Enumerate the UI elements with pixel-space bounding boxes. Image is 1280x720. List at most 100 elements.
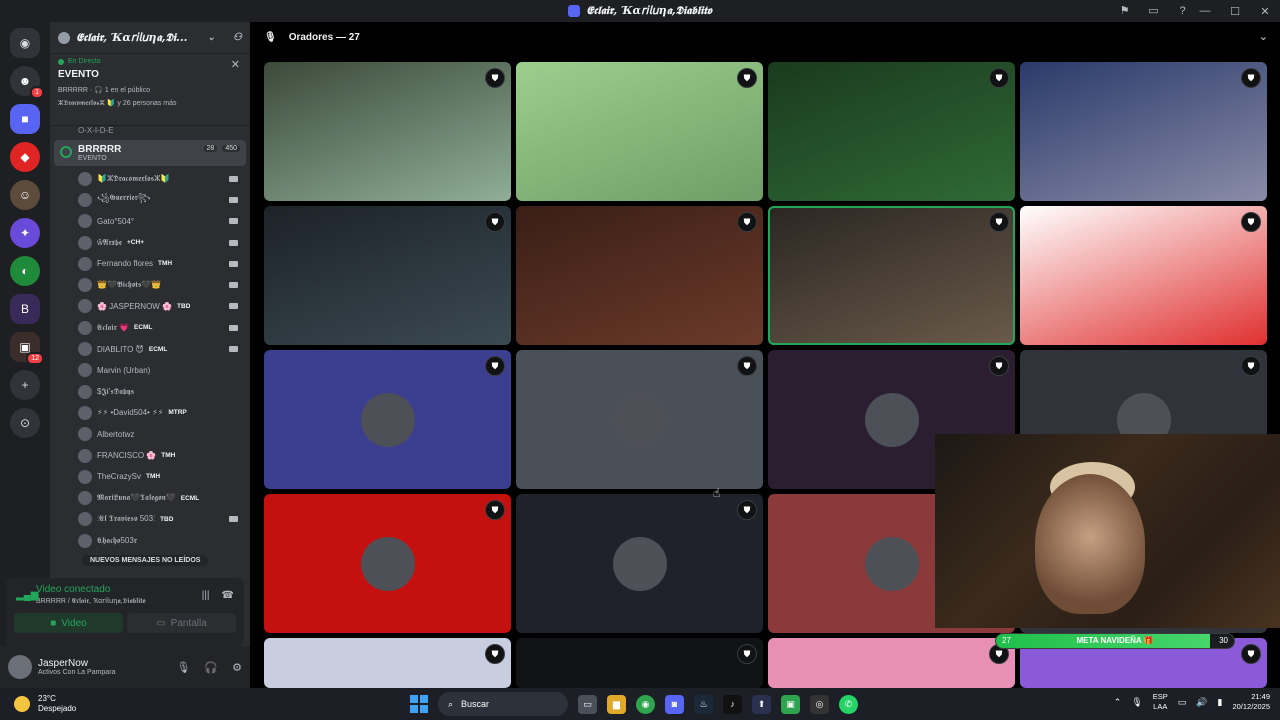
search-box[interactable]: ⌕ Buscar xyxy=(438,692,568,716)
gear-icon[interactable]: ⚙ xyxy=(232,661,242,674)
discord-taskbar-icon[interactable]: ◙ xyxy=(665,694,684,714)
stage-channel[interactable]: BRRRRR EVENTO 28 450 xyxy=(54,140,246,166)
obs-icon[interactable]: ◎ xyxy=(810,694,829,714)
task-view-icon[interactable]: ▭ xyxy=(578,694,597,714)
speaker-tile[interactable]: ⛊ xyxy=(516,494,763,633)
speakers-count: Oradores — 27 xyxy=(288,31,360,43)
member-row[interactable]: DIABLITO 😈 ECML xyxy=(78,338,250,359)
add-server-icon[interactable]: + xyxy=(10,370,40,400)
server-icon[interactable]: ☻ 1 xyxy=(10,66,44,99)
window-title-text: 𝕰𝖈𝖑𝖆𝖎𝖗, Ҡα𝗋𝗂𝗅𝗎η𝖆,𝕯𝖎𝖆𝖇𝖑𝖎𝖙𝖔 xyxy=(586,4,712,17)
member-row[interactable]: FRANCISCO 🌸 TMH xyxy=(78,445,250,466)
member-row[interactable]: ꧁𝕲𝖚𝖊𝖗𝖗𝖎𝖊𝖗꧂ xyxy=(78,189,250,210)
app-icon[interactable]: ⬆ xyxy=(752,694,771,714)
chevron-down-icon[interactable]: ⌄ xyxy=(207,33,215,43)
member-row[interactable]: Fernando flores TMH xyxy=(78,253,250,274)
event-title: EVENTO xyxy=(58,69,99,80)
member-row[interactable]: $𝕵𝖎'𝖘𝕯𝖆𝖇𝖞𝖘 xyxy=(78,381,250,402)
speaker-tile[interactable]: ⛊ xyxy=(264,638,511,688)
guild-icon xyxy=(58,31,70,44)
signal-icon[interactable]: ▂▄▆ xyxy=(16,590,38,602)
member-row[interactable]: 🔰ⵣ𝕯𝖗𝖆𝖈𝖔𝖒𝖊𝖗𝖑𝖔𝖘ⵣ🔰 xyxy=(78,168,250,189)
goal-end: 30 xyxy=(1219,636,1228,645)
inbox-icon[interactable]: ⚑ xyxy=(1117,3,1132,18)
help-icon[interactable]: ? xyxy=(1175,3,1190,18)
microphone-icon[interactable]: 🎙 xyxy=(1131,697,1142,708)
noise-suppression-icon[interactable]: ||| xyxy=(202,590,210,601)
member-tag: ECML xyxy=(180,494,200,502)
member-row[interactable]: ⫶𝕰𝖑 𝕿𝖗𝖆𝖛𝖎𝖊𝖘𝖔 503⫶ TBD xyxy=(78,509,250,530)
disconnect-icon[interactable]: ☎ xyxy=(222,590,234,601)
chevron-down-icon[interactable]: ⌄ xyxy=(1259,30,1268,43)
speaker-tile[interactable]: ⛊ xyxy=(768,62,1015,201)
avatar xyxy=(78,427,92,442)
speaker-tile[interactable]: ⛊ xyxy=(768,638,1015,688)
member-tag: MTRP xyxy=(168,409,187,417)
microphone-icon[interactable]: 🎙 xyxy=(176,661,190,674)
member-row[interactable]: Albertotwz xyxy=(78,424,250,445)
headphones-icon[interactable]: 🎧 xyxy=(204,661,218,674)
speaker-tile[interactable]: ⛊ xyxy=(516,206,763,345)
maximize-button[interactable]: ☐ xyxy=(1220,5,1250,18)
network-icon[interactable]: ▭ xyxy=(1178,697,1187,708)
screen-share-button[interactable]: ▭ Pantalla xyxy=(127,613,236,633)
minimize-button[interactable]: — xyxy=(1190,5,1220,17)
server-icon[interactable]: ✦ xyxy=(10,218,40,248)
battery-icon[interactable]: ▮ xyxy=(1218,697,1223,708)
server-icon[interactable]: ■ xyxy=(10,104,40,134)
close-icon[interactable]: ✕ xyxy=(231,58,240,71)
speaker-tile[interactable]: ⛊ xyxy=(264,206,511,345)
whatsapp-icon[interactable]: ✆ xyxy=(839,694,858,714)
volume-icon[interactable]: 🔊 xyxy=(1196,697,1207,708)
screen-icon[interactable]: ▭ xyxy=(1146,3,1161,18)
event-participants: ⵣ𝕯𝖗𝖆𝖈𝖔𝖒𝖊𝖗𝖑𝖔𝖘ⵣ 🔰 y 26 personas más xyxy=(58,100,177,107)
member-row[interactable]: ŵ𝕬𝖗𝖝𝖇𝖊 +CH+ xyxy=(78,232,250,253)
server-folder-icon[interactable]: B xyxy=(10,294,40,324)
windows-start-icon[interactable] xyxy=(410,695,428,713)
add-member-icon[interactable]: ⚇ xyxy=(233,32,242,43)
server-folder-icon[interactable]: ▣ 12 xyxy=(10,332,44,365)
discord-home-icon[interactable]: ◉ xyxy=(10,28,40,58)
member-row[interactable]: ⚡⚡ •David504• ⚡⚡ MTRP xyxy=(78,402,250,423)
stage-channel-sub: EVENTO xyxy=(78,155,107,162)
member-row[interactable]: 𝕰𝖈𝖑𝖆𝖎𝖗 💗 ECML xyxy=(78,317,250,338)
steam-icon[interactable]: ♨ xyxy=(694,694,713,714)
speaker-tile[interactable]: ⛊ xyxy=(1020,206,1267,345)
file-explorer-icon[interactable]: ▆ xyxy=(607,694,626,714)
weather-widget[interactable]: 23°C Despejado xyxy=(0,694,76,714)
member-row[interactable]: Gato°504° xyxy=(78,211,250,232)
server-icon[interactable]: ◆ xyxy=(10,142,40,172)
speaker-tile[interactable]: ⛊ xyxy=(768,206,1015,345)
guild-header[interactable]: 𝕰𝖈𝖑𝖆𝖎𝖗, Ҡα𝗋𝗂𝗅𝗎η𝖆,𝕯𝖎... ⌄ ⚇ xyxy=(50,22,250,54)
picture-in-picture-video[interactable] xyxy=(935,434,1280,628)
speaker-tile[interactable]: ⛊ xyxy=(264,350,511,489)
server-icon[interactable]: ☺ xyxy=(10,180,40,210)
member-row[interactable]: 👑🖤𝕭𝖎𝖈𝖍𝖔𝖙𝖘🖤👑 xyxy=(78,274,250,295)
chrome-icon[interactable]: ◉ xyxy=(636,694,655,714)
video-button[interactable]: ■ Video xyxy=(14,613,123,633)
speaker-tile[interactable]: ⛊ xyxy=(516,62,763,201)
speaker-tile[interactable]: ⛊ xyxy=(1020,62,1267,201)
microphone-icon: 🎙 xyxy=(264,31,277,43)
member-row[interactable]: 🌸 JASPERNOW 🌸 TBD xyxy=(78,296,250,317)
discover-icon[interactable]: ⊙ xyxy=(10,408,40,438)
speaker-tile[interactable]: ⛊ xyxy=(264,62,511,201)
app-icon[interactable]: ▣ xyxy=(781,694,800,714)
unread-messages-pill[interactable]: NUEVOS MENSAJES NO LEÍDOS xyxy=(82,555,209,566)
speaker-tile[interactable]: ⛊ xyxy=(516,638,763,688)
server-icon[interactable]: ◐ xyxy=(10,256,40,286)
clock[interactable]: 21:49 20/12/2025 xyxy=(1232,692,1270,712)
live-event-card[interactable]: En Directo EVENTO BRRRRR · 🎧 1 en el púb… xyxy=(50,54,250,126)
chevron-up-icon[interactable]: ⌃ xyxy=(1114,697,1122,708)
member-row[interactable]: TheCrazySv TMH xyxy=(78,466,250,487)
member-row[interactable]: 𝕸𝖆𝖗𝖎𝕷𝖚𝖓𝖆🖤𝕿𝖆𝖑𝖊𝖌𝖔𝖓🖤 ECML xyxy=(78,487,250,508)
avatar[interactable] xyxy=(8,655,32,679)
speaker-tile[interactable]: ⛊ xyxy=(516,350,763,489)
language-indicator[interactable]: ESP LAA xyxy=(1153,692,1168,712)
camera-icon xyxy=(229,175,238,182)
close-button[interactable]: ✕ xyxy=(1250,5,1280,18)
tiktok-icon[interactable]: ♪ xyxy=(723,694,742,714)
speaker-tile[interactable]: ⛊ xyxy=(264,494,511,633)
member-row[interactable]: 𝕮𝖍𝖆𝖈𝖍𝖔503𝖗 xyxy=(78,530,250,551)
member-row[interactable]: Marvin (Urban) xyxy=(78,360,250,381)
